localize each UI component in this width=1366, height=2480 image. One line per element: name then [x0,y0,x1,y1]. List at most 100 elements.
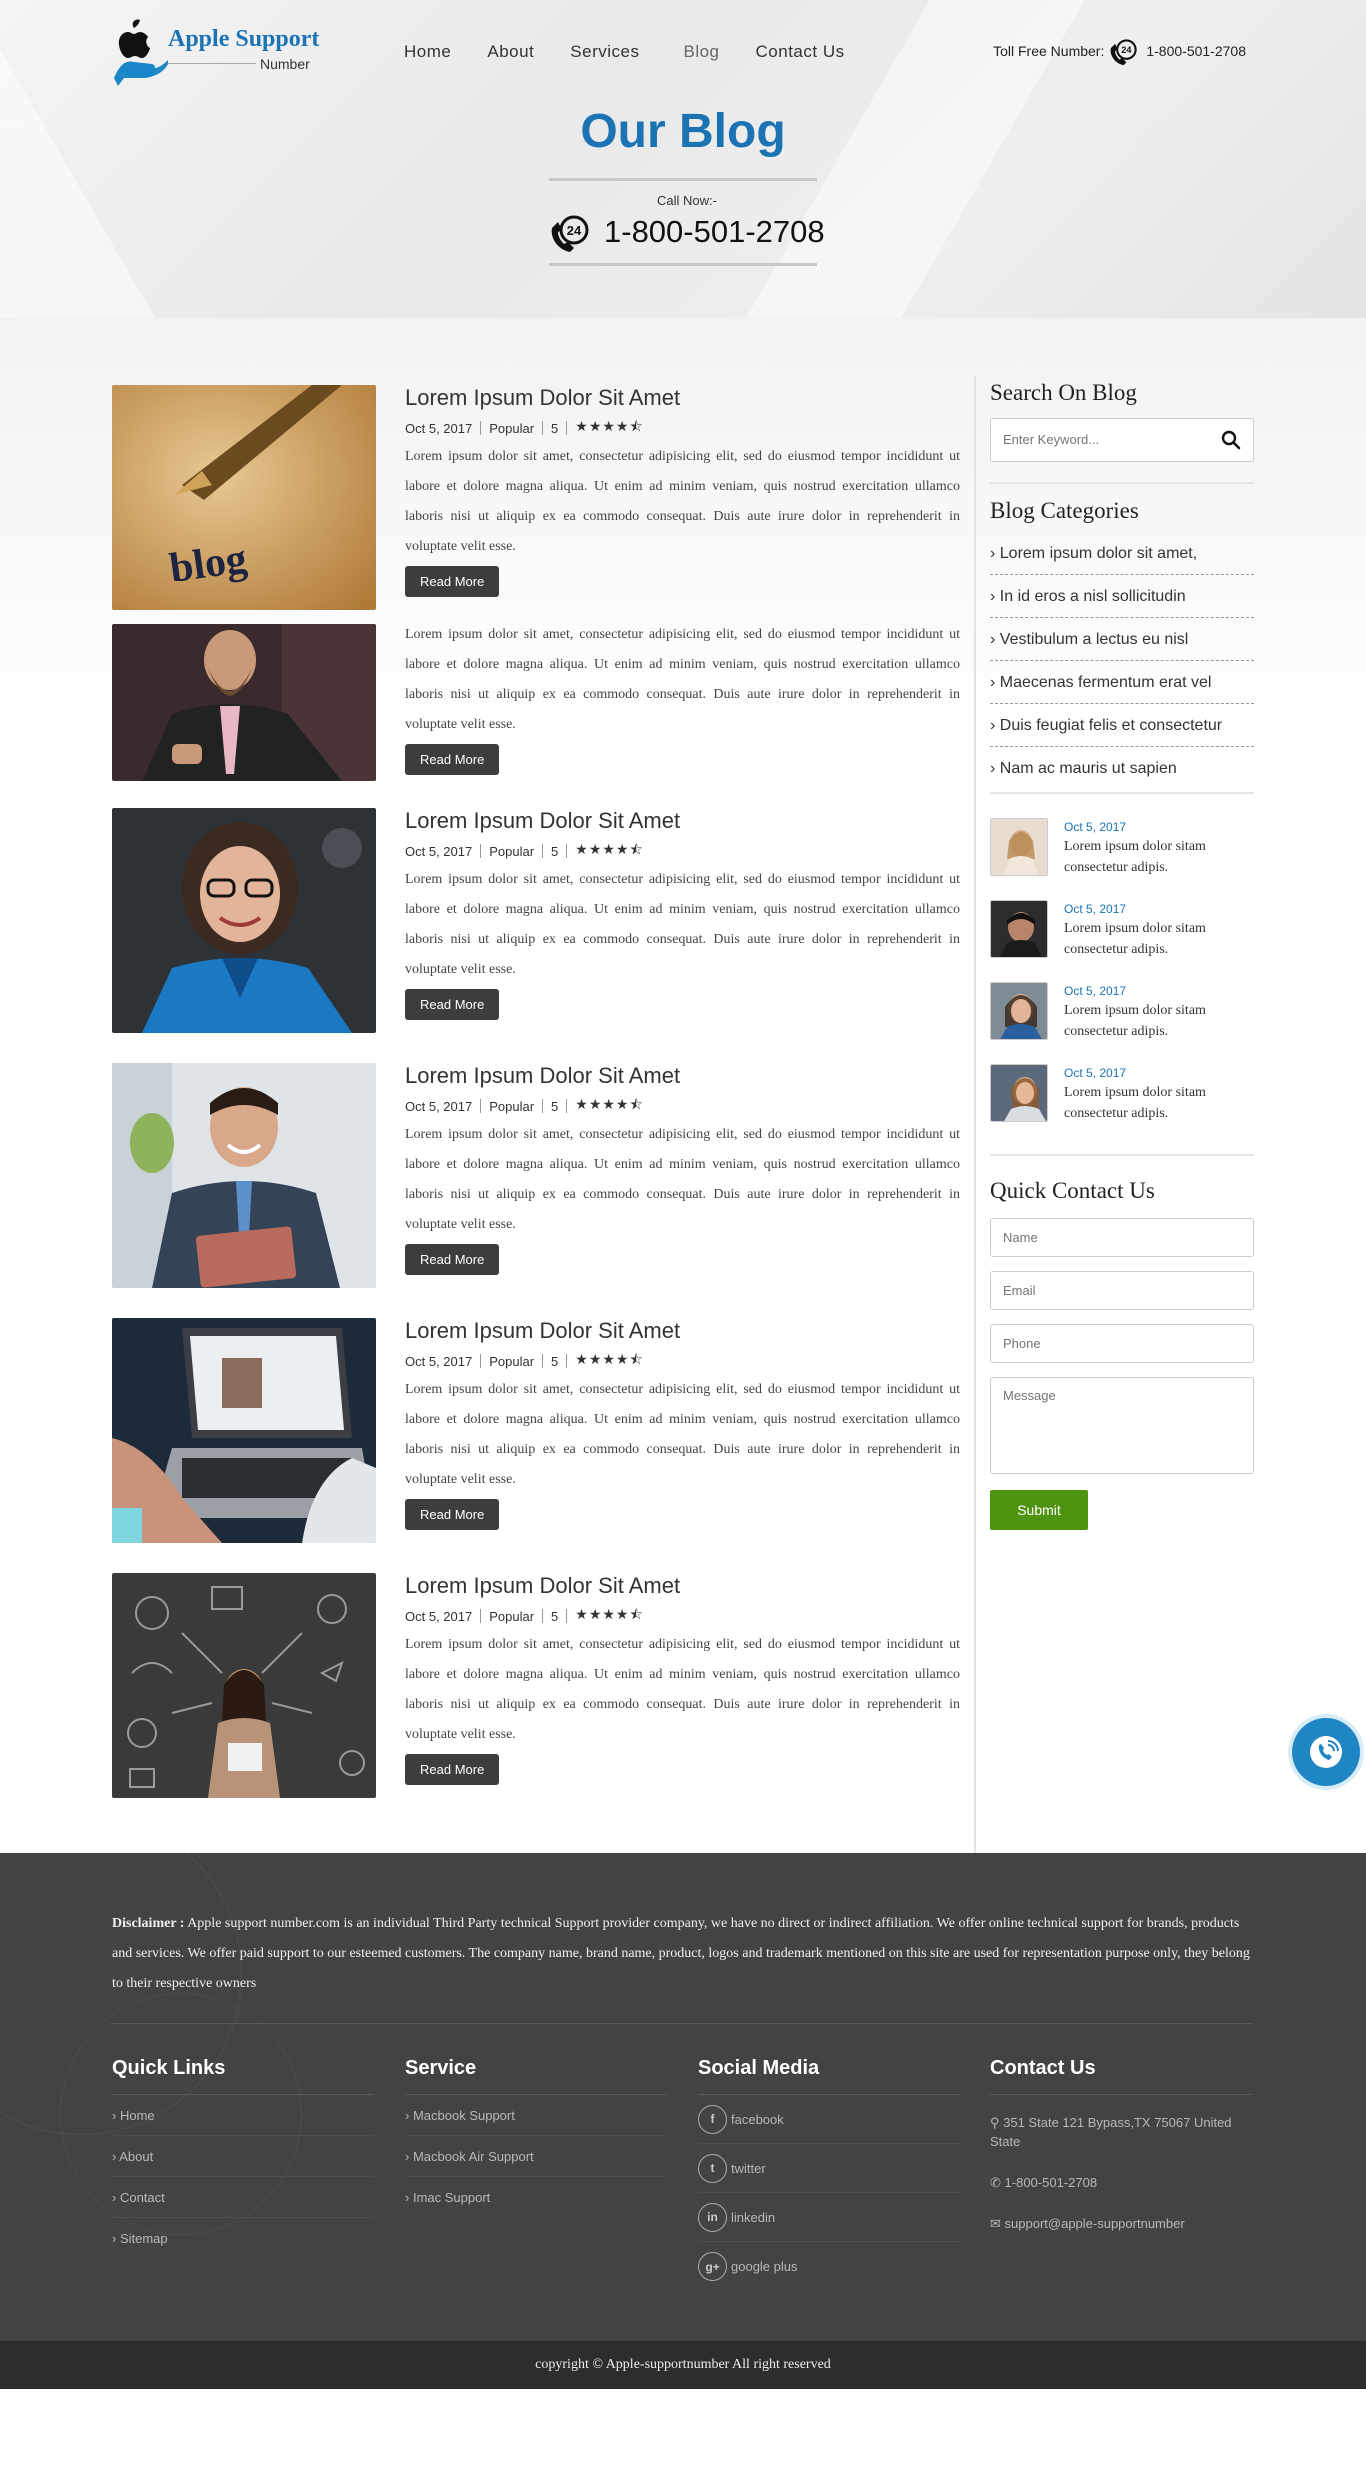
post-title[interactable]: Lorem Ipsum Dolor Sit Amet [405,808,960,836]
service-title: Service [405,2057,667,2095]
post-thumbnail-woman-glasses[interactable] [112,808,376,1033]
social-twitter[interactable]: t twitter [698,2144,960,2193]
sidebar-divider [990,482,1254,484]
post-meta: Oct 5, 2017 Popular 5 ★★★★⯪ [405,1606,960,1626]
post-thumbnail-bearded-man[interactable] [112,624,376,781]
nav-contact-us[interactable]: Contact Us [756,42,845,62]
nav-about[interactable]: About [487,42,534,62]
logo-subtitle: Number [260,56,310,72]
post-category[interactable]: Popular [489,1609,534,1624]
social-google-plus[interactable]: g+ google plus [698,2242,960,2291]
twitter-icon: t [698,2153,727,2183]
post-thumbnail-chalkboard-woman[interactable] [112,1573,376,1798]
post-count: 5 [551,843,559,859]
category-item[interactable]: › Lorem ipsum dolor sit amet, [990,532,1254,575]
footer-link-macbook-air-support[interactable]: › Macbook Air Support [405,2136,667,2177]
post-count: 5 [551,420,559,436]
floating-call-button[interactable] [1292,1718,1360,1786]
post-body: Lorem Ipsum Dolor Sit Amet Oct 5, 2017 P… [405,808,960,1020]
post-category[interactable]: Popular [489,421,534,436]
rating-stars-icon: ★★★★⯪ [575,1351,644,1367]
recent-posts: Oct 5, 2017 Lorem ipsum dolor sitam cons… [990,818,1254,1146]
footer-link-sitemap[interactable]: › Sitemap [112,2218,374,2259]
read-more-button[interactable]: Read More [405,1244,500,1275]
recent-post-text: Lorem ipsum dolor sitam consectetur adip… [1064,839,1206,875]
category-item[interactable]: › Nam ac mauris ut sapien [990,747,1254,790]
email-field[interactable] [990,1271,1254,1310]
post-thumbnail-man-tablet[interactable] [112,1063,376,1288]
name-field[interactable] [990,1218,1254,1257]
category-item[interactable]: › Vestibulum a lectus eu nisl [990,618,1254,661]
read-more-button[interactable]: Read More [405,744,500,775]
toll-free-phone[interactable]: 1-800-501-2708 [1146,43,1246,59]
post-date: Oct 5, 2017 [405,1098,473,1114]
post-category[interactable]: Popular [489,1354,534,1369]
recent-post-item[interactable]: Oct 5, 2017 Lorem ipsum dolor sitam cons… [990,1064,1254,1146]
recent-post-text: Lorem ipsum dolor sitam consectetur adip… [1064,921,1206,957]
google-plus-icon: g+ [698,2252,727,2281]
recent-post-item[interactable]: Oct 5, 2017 Lorem ipsum dolor sitam cons… [990,982,1254,1064]
category-item[interactable]: › Duis feugiat felis et consectetur [990,704,1254,747]
post-title[interactable]: Lorem Ipsum Dolor Sit Amet [405,1063,960,1091]
site-footer: Disclaimer : Apple support number.com is… [0,1853,1366,2341]
search-input[interactable] [1003,419,1223,459]
rating-stars-icon: ★★★★⯪ [575,418,644,434]
recent-post-item[interactable]: Oct 5, 2017 Lorem ipsum dolor sitam cons… [990,818,1254,900]
post-body: Lorem Ipsum Dolor Sit Amet Oct 5, 2017 P… [405,1063,960,1275]
page-title: Our Blog [0,104,1366,159]
disclaimer-label: Disclaimer : [112,1916,185,1931]
footer-link-about[interactable]: › About [112,2136,374,2177]
nav-services[interactable]: Services [570,42,639,62]
post-excerpt: Lorem ipsum dolor sit amet, consectetur … [405,1382,960,1487]
footer-link-macbook-support[interactable]: › Macbook Support [405,2095,667,2136]
footer-social-media: Social Media f facebook t twitter in linked… [698,2057,960,2291]
hero-banner: Apple Support Number Home About Services… [0,0,1366,318]
read-more-button[interactable]: Read More [405,566,500,597]
post-date: Oct 5, 2017 [405,1608,473,1624]
search-icon[interactable] [1221,430,1241,450]
post-category[interactable]: Popular [489,844,534,859]
copyright-text: copyright © Apple-supportnumber All righ… [535,2357,831,2372]
post-title[interactable]: Lorem Ipsum Dolor Sit Amet [405,385,960,413]
category-list: › Lorem ipsum dolor sit amet, › In id er… [990,532,1254,790]
contact-email[interactable]: ✉ support@apple-supportnumber [990,2214,1252,2233]
post-excerpt: Lorem ipsum dolor sit amet, consectetur … [405,1637,960,1742]
hero-phone[interactable]: 24 1-800-501-2708 [548,208,825,256]
post-category[interactable]: Popular [489,1099,534,1114]
bearded-man-photo [112,624,376,781]
post-body: Lorem ipsum dolor sit amet, consectetur … [405,624,960,775]
post-title[interactable]: Lorem Ipsum Dolor Sit Amet [405,1573,960,1601]
submit-button[interactable]: Submit [990,1490,1088,1530]
footer-link-home[interactable]: › Home [112,2095,374,2136]
contact-phone[interactable]: ✆ 1-800-501-2708 [990,2173,1252,2192]
recent-post-date: Oct 5, 2017 [1064,1066,1127,1080]
read-more-button[interactable]: Read More [405,1754,500,1785]
column-divider [974,376,976,1856]
contact-address: ⚲ 351 State 121 Bypass,TX 75067 United S… [990,2115,1232,2149]
recent-post-item[interactable]: Oct 5, 2017 Lorem ipsum dolor sitam cons… [990,900,1254,982]
phone-field[interactable] [990,1324,1254,1363]
rating-stars-icon: ★★★★⯪ [575,1606,644,1622]
message-field[interactable] [990,1377,1254,1474]
toll-free-number: Toll Free Number: 24 1-800-501-2708 [993,34,1246,68]
footer-link-contact[interactable]: › Contact [112,2177,374,2218]
nav-home[interactable]: Home [404,42,451,62]
site-logo[interactable]: Apple Support Number [112,18,342,88]
toll-free-label: Toll Free Number: [993,43,1105,59]
recent-post-date: Oct 5, 2017 [1064,902,1127,916]
read-more-button[interactable]: Read More [405,989,500,1020]
category-item[interactable]: › Maecenas fermentum erat vel [990,661,1254,704]
recent-post-thumbnail [990,982,1048,1040]
post-meta: Oct 5, 2017 Popular 5 ★★★★⯪ [405,1351,960,1371]
social-linkedin[interactable]: in linkedin [698,2193,960,2242]
sidebar-divider [990,792,1254,794]
post-thumbnail-laptop[interactable] [112,1318,376,1543]
category-item[interactable]: › In id eros a nisl sollicitudin [990,575,1254,618]
footer-contact: Contact Us ⚲ 351 State 121 Bypass,TX 750… [990,2057,1252,2233]
footer-link-imac-support[interactable]: › Imac Support [405,2177,667,2218]
post-title[interactable]: Lorem Ipsum Dolor Sit Amet [405,1318,960,1346]
read-more-button[interactable]: Read More [405,1499,500,1530]
post-thumbnail-blog-pen[interactable]: blog [112,385,376,610]
nav-blog[interactable]: Blog [683,42,719,62]
social-facebook[interactable]: f facebook [698,2095,960,2144]
